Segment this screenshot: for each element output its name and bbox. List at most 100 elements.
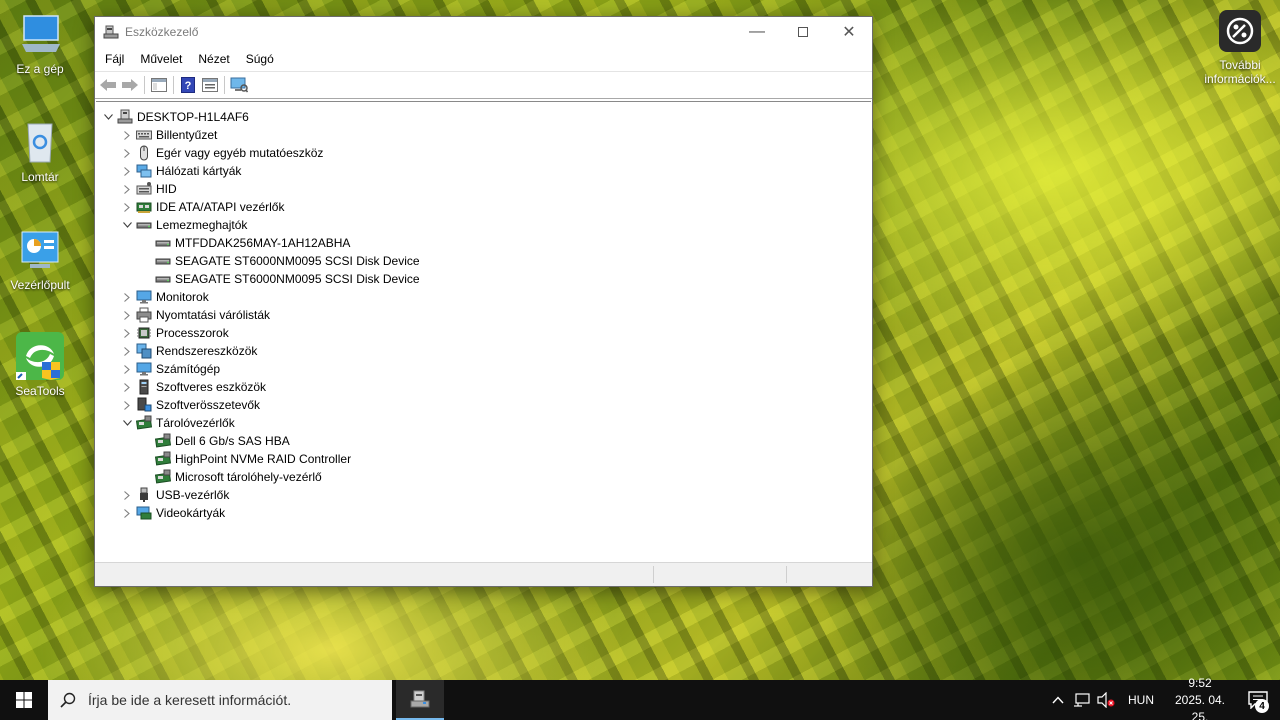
processor-icon	[136, 325, 152, 341]
desktop-icon-more-info[interactable]: További információk...	[1200, 10, 1280, 86]
tree-item[interactable]: Tárolóvezérlők	[96, 414, 871, 432]
tree-item[interactable]: SEAGATE ST6000NM0095 SCSI Disk Device	[96, 252, 871, 270]
scan-hardware-icon	[230, 77, 248, 93]
mouse-icon	[136, 145, 152, 161]
help-button[interactable]: ?	[177, 74, 199, 96]
tree-item[interactable]: Lemezmeghajtók	[96, 216, 871, 234]
menu-action[interactable]: Művelet	[132, 52, 190, 66]
menu-file[interactable]: Fájl	[97, 52, 132, 66]
taskbar-device-manager[interactable]	[396, 680, 444, 720]
tree-item-label: Lemezmeghajtók	[156, 218, 248, 232]
back-button[interactable]	[97, 74, 119, 96]
computer-icon	[117, 109, 133, 125]
chevron-right-icon[interactable]	[121, 144, 133, 162]
tree-item[interactable]: Nyomtatási várólisták	[96, 306, 871, 324]
tree-item[interactable]: Egér vagy egyéb mutatóeszköz	[96, 144, 871, 162]
tree-item-label: Billentyűzet	[156, 128, 218, 142]
clock[interactable]: 9:52 2025. 04. 25.	[1164, 675, 1236, 720]
tree-item[interactable]: Szoftverösszetevők	[96, 396, 871, 414]
tree-item[interactable]: DESKTOP-H1L4AF6	[96, 108, 871, 126]
maximize-button[interactable]	[780, 17, 826, 47]
keyboard-icon	[136, 127, 152, 143]
tree-item-label: Szoftverösszetevők	[156, 398, 261, 412]
tree-item-label: Monitorok	[156, 290, 209, 304]
tree-item[interactable]: HighPoint NVMe RAID Controller	[96, 450, 871, 468]
notification-count-badge: 4	[1255, 699, 1269, 713]
tree-item-label: USB-vezérlők	[156, 488, 230, 502]
properties-button[interactable]	[199, 74, 221, 96]
chevron-right-icon[interactable]	[121, 180, 133, 198]
device-manager-window: Eszközkezelő — ✕ Fájl Művelet Nézet Súgó…	[94, 16, 873, 587]
chevron-right-icon[interactable]	[121, 342, 133, 360]
tree-item-label: SEAGATE ST6000NM0095 SCSI Disk Device	[175, 272, 420, 286]
tree-item[interactable]: IDE ATA/ATAPI vezérlők	[96, 198, 871, 216]
tree-item[interactable]: Dell 6 Gb/s SAS HBA	[96, 432, 871, 450]
status-bar	[95, 562, 872, 586]
tree-item[interactable]: MTFDDAK256MAY-1AH12ABHA	[96, 234, 871, 252]
menu-help[interactable]: Súgó	[238, 52, 282, 66]
tree-item[interactable]: Billentyűzet	[96, 126, 871, 144]
tree-item-label: HID	[156, 182, 177, 196]
title-bar[interactable]: Eszközkezelő — ✕	[95, 17, 872, 47]
tree-item[interactable]: Microsoft tárolóhely-vezérlő	[96, 468, 871, 486]
show-hidden-icons-button[interactable]	[1046, 696, 1070, 704]
close-button[interactable]: ✕	[826, 17, 872, 47]
chevron-right-icon[interactable]	[121, 288, 133, 306]
svg-text:?: ?	[185, 80, 192, 92]
tree-item[interactable]: Monitorok	[96, 288, 871, 306]
menu-view[interactable]: Nézet	[190, 52, 237, 66]
forward-button[interactable]	[119, 74, 141, 96]
close-icon: ✕	[842, 24, 856, 41]
chevron-down-icon[interactable]	[102, 108, 114, 126]
tree-item[interactable]: Szoftveres eszközök	[96, 378, 871, 396]
desktop-icon-control-panel[interactable]: Vezérlőpult	[0, 226, 80, 292]
chevron-down-icon[interactable]	[121, 414, 133, 432]
tree-item[interactable]: Videokártyák	[96, 504, 871, 522]
tree-item-label: Szoftveres eszközök	[156, 380, 267, 394]
tree-item-label: Dell 6 Gb/s SAS HBA	[175, 434, 290, 448]
chevron-right-icon[interactable]	[121, 360, 133, 378]
this-pc-icon	[16, 10, 64, 58]
clock-time: 9:52	[1188, 675, 1212, 690]
chevron-down-icon[interactable]	[121, 216, 133, 234]
chevron-right-icon[interactable]	[121, 504, 133, 522]
desktop-icon-recycle-bin[interactable]: Lomtár	[0, 118, 80, 184]
action-center-button[interactable]: 4	[1236, 680, 1280, 720]
device-tree[interactable]: DESKTOP-H1L4AF6 Billentyűzet Egér vagy egy…	[96, 101, 871, 563]
show-hide-console-tree-button[interactable]	[148, 74, 170, 96]
usb-icon	[136, 487, 152, 503]
device-manager-app-icon	[103, 24, 119, 40]
chevron-right-icon[interactable]	[121, 306, 133, 324]
tree-item-label: HighPoint NVMe RAID Controller	[175, 452, 352, 466]
network-tray-button[interactable]	[1070, 692, 1094, 708]
taskbar-search-box[interactable]: Írja be ide a keresett információt.	[48, 680, 392, 720]
input-language-indicator[interactable]: HUN	[1118, 693, 1164, 707]
desktop-icon-this-pc[interactable]: Ez a gép	[0, 10, 80, 76]
tree-item[interactable]: USB-vezérlők	[96, 486, 871, 504]
chevron-right-icon[interactable]	[121, 198, 133, 216]
tree-item[interactable]: Hálózati kártyák	[96, 162, 871, 180]
chevron-right-icon[interactable]	[121, 486, 133, 504]
desktop-icon-seatools[interactable]: SeaTools	[0, 332, 80, 398]
tree-item[interactable]: Rendszereszközök	[96, 342, 871, 360]
chevron-right-icon[interactable]	[121, 162, 133, 180]
tree-item[interactable]: HID	[96, 180, 871, 198]
chevron-right-icon[interactable]	[121, 126, 133, 144]
chevron-right-icon[interactable]	[121, 396, 133, 414]
start-button[interactable]	[0, 680, 48, 720]
minimize-button[interactable]: —	[734, 17, 780, 47]
volume-muted-icon	[1097, 692, 1115, 708]
control-panel-icon	[16, 226, 64, 274]
scan-hardware-button[interactable]	[228, 74, 250, 96]
tree-item[interactable]: Processzorok	[96, 324, 871, 342]
tree-item[interactable]: SEAGATE ST6000NM0095 SCSI Disk Device	[96, 270, 871, 288]
tree-item[interactable]: Számítógép	[96, 360, 871, 378]
chevron-right-icon[interactable]	[121, 378, 133, 396]
volume-tray-button[interactable]	[1094, 692, 1118, 708]
search-placeholder: Írja be ide a keresett információt.	[88, 692, 292, 708]
chevron-right-icon[interactable]	[121, 324, 133, 342]
menu-bar: Fájl Művelet Nézet Súgó	[95, 47, 872, 71]
